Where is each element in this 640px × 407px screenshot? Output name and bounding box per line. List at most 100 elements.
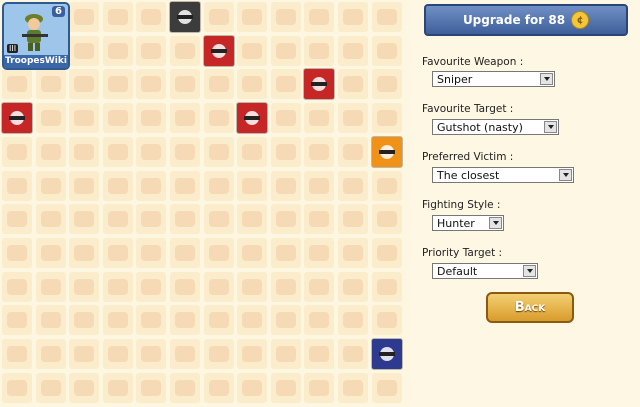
locked-skill-icon[interactable] [304,35,335,66]
locked-skill-icon[interactable] [69,136,100,167]
favourite-target-select[interactable]: Gutshot (nasty) [432,119,559,135]
locked-skill-icon[interactable] [237,35,268,66]
locked-skill-icon[interactable] [2,339,32,369]
locked-skill-icon[interactable] [102,305,133,336]
locked-skill-icon[interactable] [170,204,200,235]
locked-skill-icon[interactable] [371,271,402,302]
locked-skill-icon[interactable] [136,35,167,66]
locked-skill-icon[interactable] [35,69,66,100]
trooper-avatar[interactable]: 6 III TroopesWiki [2,2,70,70]
locked-skill-icon[interactable] [170,237,200,268]
locked-skill-icon[interactable] [102,136,133,167]
locked-skill-icon[interactable] [203,271,234,302]
locked-skill-icon[interactable] [371,237,402,268]
locked-skill-icon[interactable] [270,69,301,100]
locked-skill-icon[interactable] [102,339,133,369]
locked-skill-icon[interactable] [35,103,66,134]
locked-skill-icon[interactable] [170,35,200,66]
locked-skill-icon[interactable] [203,237,234,268]
locked-skill-icon[interactable] [338,103,368,134]
locked-skill-icon[interactable] [2,372,32,403]
locked-skill-icon[interactable] [304,136,335,167]
locked-skill-icon[interactable] [237,2,268,32]
rifle-star-skill-icon[interactable] [203,35,234,66]
gun-skill-icon[interactable] [2,103,32,134]
locked-skill-icon[interactable] [270,305,301,336]
locked-skill-icon[interactable] [170,372,200,403]
preferred-victim-select[interactable]: The closest [432,167,574,183]
locked-skill-icon[interactable] [35,170,66,201]
locked-skill-icon[interactable] [338,2,368,32]
locked-skill-icon[interactable] [203,204,234,235]
locked-skill-icon[interactable] [35,204,66,235]
helmet-skill-icon[interactable] [170,2,200,32]
locked-skill-icon[interactable] [2,305,32,336]
locked-skill-icon[interactable] [35,305,66,336]
locked-skill-icon[interactable] [270,237,301,268]
locked-skill-icon[interactable] [203,170,234,201]
locked-skill-icon[interactable] [371,305,402,336]
locked-skill-icon[interactable] [170,170,200,201]
locked-skill-icon[interactable] [203,2,234,32]
locked-skill-icon[interactable] [304,170,335,201]
locked-skill-icon[interactable] [270,136,301,167]
locked-skill-icon[interactable] [203,372,234,403]
locked-skill-icon[interactable] [270,339,301,369]
locked-skill-icon[interactable] [270,2,301,32]
locked-skill-icon[interactable] [304,2,335,32]
locked-skill-icon[interactable] [102,237,133,268]
locked-skill-icon[interactable] [304,271,335,302]
locked-skill-icon[interactable] [69,69,100,100]
locked-skill-icon[interactable] [304,204,335,235]
fighting-style-select[interactable]: Hunter [432,215,504,231]
locked-skill-icon[interactable] [102,271,133,302]
locked-skill-icon[interactable] [338,339,368,369]
locked-skill-icon[interactable] [304,372,335,403]
locked-skill-icon[interactable] [237,305,268,336]
locked-skill-icon[interactable] [136,103,167,134]
locked-skill-icon[interactable] [338,69,368,100]
missile-skill-icon[interactable] [237,103,268,134]
locked-skill-icon[interactable] [338,170,368,201]
favourite-weapon-select[interactable]: Sniper [432,71,555,87]
locked-skill-icon[interactable] [35,372,66,403]
locked-skill-icon[interactable] [69,2,100,32]
upgrade-button[interactable]: Upgrade for 88 ¢ [424,4,628,36]
locked-skill-icon[interactable] [102,372,133,403]
locked-skill-icon[interactable] [2,237,32,268]
locked-skill-icon[interactable] [69,271,100,302]
locked-skill-icon[interactable] [371,69,402,100]
locked-skill-icon[interactable] [270,372,301,403]
locked-skill-icon[interactable] [69,305,100,336]
locked-skill-icon[interactable] [69,339,100,369]
locked-skill-icon[interactable] [338,271,368,302]
explosion-skill-icon[interactable] [371,136,402,167]
locked-skill-icon[interactable] [35,136,66,167]
locked-skill-icon[interactable] [136,305,167,336]
locked-skill-icon[interactable] [136,204,167,235]
locked-skill-icon[interactable] [203,339,234,369]
locked-skill-icon[interactable] [237,271,268,302]
locked-skill-icon[interactable] [69,237,100,268]
locked-skill-icon[interactable] [270,103,301,134]
locked-skill-icon[interactable] [203,103,234,134]
locked-skill-icon[interactable] [170,136,200,167]
back-button[interactable]: Back [486,292,574,323]
locked-skill-icon[interactable] [304,339,335,369]
locked-skill-icon[interactable] [270,35,301,66]
locked-skill-icon[interactable] [35,237,66,268]
locked-skill-icon[interactable] [371,372,402,403]
locked-skill-icon[interactable] [371,35,402,66]
locked-skill-icon[interactable] [203,136,234,167]
locked-skill-icon[interactable] [338,237,368,268]
locked-skill-icon[interactable] [170,305,200,336]
locked-skill-icon[interactable] [102,103,133,134]
locked-skill-icon[interactable] [35,271,66,302]
locked-skill-icon[interactable] [69,204,100,235]
locked-skill-icon[interactable] [371,170,402,201]
locked-skill-icon[interactable] [69,35,100,66]
locked-skill-icon[interactable] [304,237,335,268]
rocket-skill-icon[interactable] [304,69,335,100]
locked-skill-icon[interactable] [136,372,167,403]
locked-skill-icon[interactable] [237,237,268,268]
